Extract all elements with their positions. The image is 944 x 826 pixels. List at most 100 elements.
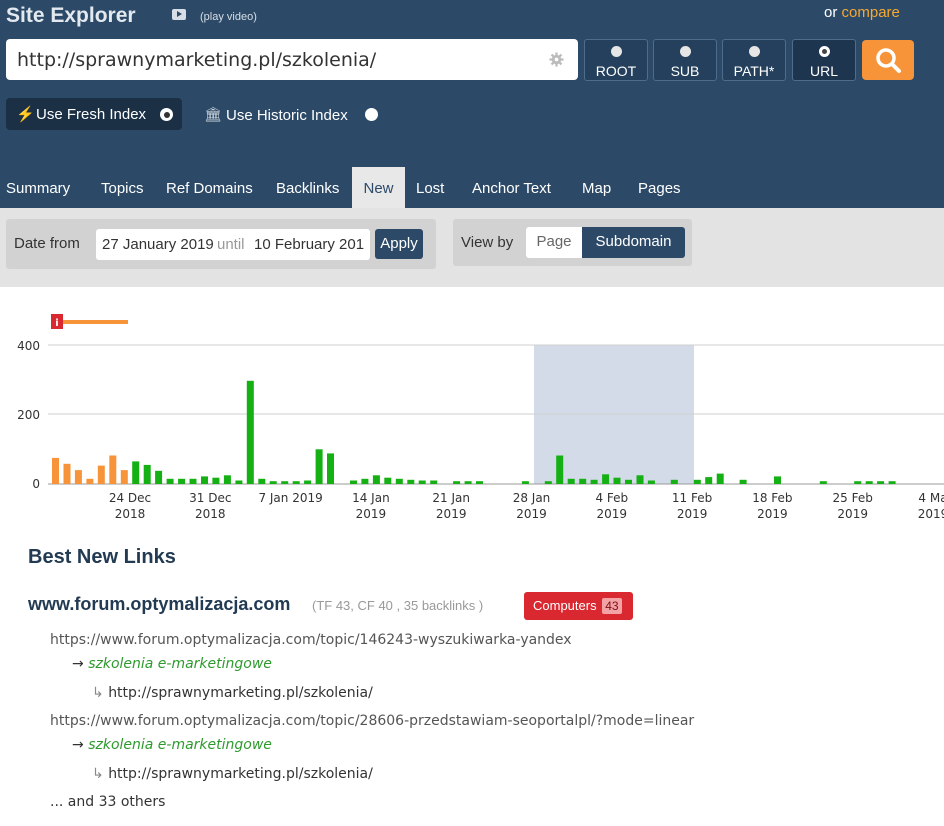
x-tick-label: 2018	[195, 507, 226, 521]
chart-bar[interactable]	[304, 480, 312, 485]
chart-bar[interactable]	[636, 475, 644, 484]
chart-bar[interactable]	[647, 480, 655, 485]
chart-bar[interactable]	[372, 475, 380, 484]
chart-bar[interactable]	[120, 470, 128, 484]
chart-bar[interactable]	[418, 480, 426, 485]
tab-map[interactable]: Map	[582, 167, 611, 208]
url-input[interactable]: http://sprawnymarketing.pl/szkolenia/	[6, 39, 578, 80]
chart-bar[interactable]	[854, 481, 862, 484]
chart-bar[interactable]	[97, 465, 105, 484]
chart-bar[interactable]	[281, 481, 289, 484]
fresh-index-radio[interactable]	[160, 108, 173, 121]
chart-bar[interactable]	[464, 481, 472, 484]
mode-sub-button[interactable]: SUB	[653, 39, 717, 81]
fresh-index-toggle[interactable]: ⚡ Use Fresh Index	[6, 98, 182, 130]
chart-bar[interactable]	[625, 479, 632, 484]
compare-link[interactable]: compare	[842, 4, 900, 21]
tab-ref-domains[interactable]: Ref Domains	[166, 167, 253, 208]
chart-bar[interactable]	[407, 479, 415, 484]
y-tick-label: 200	[17, 408, 40, 422]
chart-bar[interactable]	[567, 478, 575, 484]
chart-bar[interactable]	[166, 478, 174, 484]
chart-bar[interactable]	[395, 478, 403, 484]
chart-bar[interactable]	[258, 478, 266, 484]
chart-bar[interactable]	[865, 481, 873, 484]
chart-bar[interactable]	[86, 478, 94, 484]
chart-bar[interactable]	[292, 481, 300, 484]
tab-anchor-text[interactable]: Anchor Text	[472, 167, 551, 208]
tab-lost[interactable]: Lost	[416, 167, 444, 208]
chart-bar[interactable]	[613, 477, 621, 484]
chart-bar[interactable]	[315, 449, 323, 485]
chart-bar[interactable]	[739, 479, 747, 484]
chart-bar[interactable]	[453, 481, 461, 484]
url-input-value[interactable]: http://sprawnymarketing.pl/szkolenia/	[17, 49, 376, 71]
chart-bar[interactable]	[430, 480, 438, 485]
target-url[interactable]: ↳ http://sprawnymarketing.pl/szkolenia/	[92, 766, 373, 782]
gear-icon[interactable]	[549, 52, 564, 67]
chart-bar[interactable]	[521, 481, 529, 484]
chart-bar[interactable]	[716, 473, 724, 484]
mode-path-button[interactable]: PATH*	[722, 39, 786, 81]
chart-bar[interactable]	[877, 481, 885, 484]
chart-bar[interactable]	[476, 481, 483, 484]
tab-topics[interactable]: Topics	[101, 167, 144, 208]
chart-bar[interactable]	[201, 476, 208, 484]
view-page-button[interactable]: Page	[526, 227, 582, 258]
target-url[interactable]: ↳ http://sprawnymarketing.pl/szkolenia/	[92, 685, 373, 701]
chart-bar[interactable]	[670, 479, 678, 484]
chart-bar[interactable]	[109, 455, 117, 485]
chart-bar[interactable]	[143, 464, 151, 484]
tab-new[interactable]: New	[352, 167, 405, 208]
x-tick-label: 4 Ma	[918, 491, 944, 505]
chart-bar[interactable]	[52, 457, 59, 484]
target-url-value[interactable]: http://sprawnymarketing.pl/szkolenia/	[108, 685, 373, 701]
chart-bar[interactable]	[819, 481, 827, 484]
chart-bar[interactable]	[705, 477, 713, 485]
date-to-value[interactable]: 10 February 2019	[254, 236, 364, 253]
tab-pages[interactable]: Pages	[638, 167, 681, 208]
chart-bar[interactable]	[246, 380, 254, 484]
chart-bar[interactable]	[223, 475, 231, 484]
x-tick-label: 2019	[757, 507, 788, 521]
chart-bar[interactable]	[235, 480, 243, 485]
mode-root-button[interactable]: ROOT	[584, 39, 648, 81]
others-count[interactable]: ... and 33 others	[50, 794, 165, 810]
chart-bar[interactable]	[350, 480, 357, 485]
chart-bar[interactable]	[590, 479, 598, 484]
chart-bar[interactable]	[155, 470, 163, 484]
play-video-link[interactable]: (play video)	[200, 11, 257, 23]
apply-button[interactable]: Apply	[375, 229, 423, 259]
view-subdomain-button[interactable]: Subdomain	[582, 227, 685, 258]
search-button[interactable]	[862, 40, 914, 80]
tab-summary[interactable]: Summary	[6, 167, 70, 208]
play-video-icon[interactable]	[172, 9, 186, 20]
chart-bar[interactable]	[693, 479, 701, 484]
chart-bar[interactable]	[361, 478, 369, 484]
chart-bar[interactable]	[189, 478, 197, 484]
mode-url-button[interactable]: URL	[792, 39, 856, 81]
chart-bar[interactable]	[74, 470, 82, 484]
link-url[interactable]: https://www.forum.optymalizacja.com/topi…	[50, 713, 694, 729]
chart-bar[interactable]	[327, 453, 334, 484]
historic-index-radio[interactable]	[365, 108, 378, 121]
chart-bar[interactable]	[602, 474, 610, 484]
category-badge[interactable]: Computers 43	[524, 592, 633, 620]
referring-domain[interactable]: www.forum.optymalizacja.com	[28, 594, 290, 615]
link-url[interactable]: https://www.forum.optymalizacja.com/topi…	[50, 632, 572, 648]
chart-bar[interactable]	[63, 463, 71, 484]
target-url-value[interactable]: http://sprawnymarketing.pl/szkolenia/	[108, 766, 373, 782]
tab-backlinks[interactable]: Backlinks	[276, 167, 339, 208]
chart-bar[interactable]	[888, 481, 896, 484]
date-range-input[interactable]: 27 January 2019 until 10 February 2019	[96, 229, 370, 260]
chart-bar[interactable]	[556, 455, 564, 485]
date-from-value[interactable]: 27 January 2019	[102, 236, 214, 253]
chart-bar[interactable]	[269, 481, 277, 484]
chart-bar[interactable]	[178, 478, 186, 484]
chart-bar[interactable]	[212, 477, 220, 484]
chart-bar[interactable]	[774, 476, 781, 484]
chart-bar[interactable]	[132, 461, 140, 484]
chart-bar[interactable]	[544, 481, 552, 484]
chart-bar[interactable]	[384, 477, 392, 484]
chart-bar[interactable]	[579, 478, 587, 484]
